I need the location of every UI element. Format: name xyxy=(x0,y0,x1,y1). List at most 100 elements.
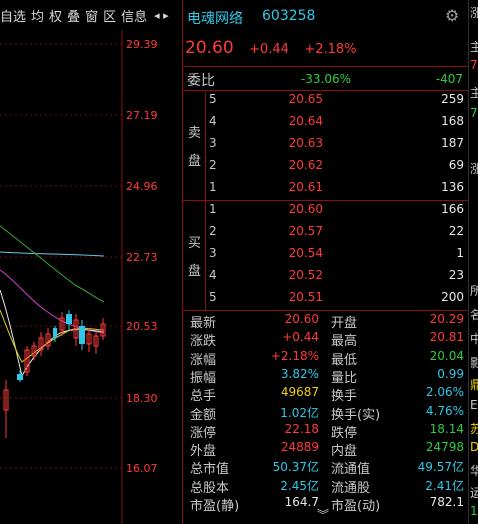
strip-item: 涨 xyxy=(470,160,478,177)
stat-value: 2.06% xyxy=(425,385,464,400)
stat-value: 0.99 xyxy=(437,366,464,381)
quote-summary: 20.60 +0.44 +2.18% xyxy=(185,38,367,58)
kline-chart[interactable]: 29.39 27.19 24.96 22.73 20.53 18.30 16.0… xyxy=(0,30,160,524)
price-level-label: 24.96 xyxy=(126,180,158,193)
stat-value: 24889 xyxy=(280,440,319,455)
order-level: 1 xyxy=(209,180,217,194)
scroll-arrows-icon[interactable]: ◂ ▸ xyxy=(154,9,169,22)
stat-row: 涨幅 +2.18% 最低 20.04 xyxy=(183,348,469,368)
sell-order-row[interactable]: 4 20.64 168 xyxy=(183,114,469,134)
stat-label: 最低 xyxy=(331,352,358,368)
price-level-label: 16.07 xyxy=(126,462,158,475)
order-price: 20.54 xyxy=(288,246,323,260)
stat-label: 最高 xyxy=(331,334,358,350)
stat-label: 金额 xyxy=(190,407,217,423)
quote-panel: 电魂网络 603258 ⚙ 20.60 +0.44 +2.18% 委比 -33.… xyxy=(182,0,469,524)
stat-value: 24798 xyxy=(425,440,464,455)
order-price: 20.60 xyxy=(288,202,323,216)
buy-order-row[interactable]: 3 20.54 1 xyxy=(183,246,469,266)
strip-item: 鼎 xyxy=(470,376,478,393)
stat-label: 振幅 xyxy=(190,370,217,386)
ma-line-green xyxy=(0,225,105,303)
stat-row: 振幅 3.82% 量比 0.99 xyxy=(183,366,469,386)
buy-order-row[interactable]: 1 20.60 166 xyxy=(183,202,469,222)
stat-row: 涨停 22.18 跌停 18.14 xyxy=(183,421,469,441)
buy-order-row[interactable]: 4 20.52 23 xyxy=(183,268,469,288)
stat-row: 总市值 50.37亿 流通值 49.57亿 xyxy=(183,458,469,478)
stat-value: 20.81 xyxy=(429,330,464,345)
stat-value: 3.82% xyxy=(280,366,319,381)
divider xyxy=(183,200,469,201)
order-volume: 187 xyxy=(441,136,464,150)
order-volume: 259 xyxy=(441,92,464,106)
toolbar-item-overlay[interactable]: 叠 xyxy=(67,6,80,25)
order-volume: 168 xyxy=(441,114,464,128)
order-price: 20.62 xyxy=(288,158,323,172)
stat-label: 涨停 xyxy=(190,425,217,441)
price-change: +0.44 xyxy=(249,42,289,57)
toolbar-item-range[interactable]: 区 xyxy=(103,6,116,25)
toolbar-item-watchlist[interactable]: 自选 xyxy=(0,6,26,25)
stat-value: +2.18% xyxy=(270,348,319,363)
strip-item: 主 xyxy=(470,38,478,55)
ma-line-cyan xyxy=(0,251,105,257)
stat-value: 20.04 xyxy=(429,348,464,363)
stat-value: 18.14 xyxy=(429,421,464,436)
stat-value: 22.18 xyxy=(284,421,319,436)
stock-name[interactable]: 电魂网络 xyxy=(187,8,243,28)
stat-row: 外盘 24889 内盘 24798 xyxy=(183,440,469,460)
stat-value: 20.60 xyxy=(284,312,319,326)
stat-label: 量比 xyxy=(331,370,358,386)
stat-label: 开盘 xyxy=(331,316,358,331)
stat-label: 总手 xyxy=(190,389,217,405)
stat-label: 跌停 xyxy=(331,425,358,441)
price-level-label: 20.53 xyxy=(126,320,158,333)
sell-order-row[interactable]: 1 20.61 136 xyxy=(183,180,469,200)
stat-label: 外盘 xyxy=(190,444,217,460)
strip-item: E xyxy=(470,398,478,412)
strip-item: 14 xyxy=(470,504,478,518)
toolbar-item-window[interactable]: 窗 xyxy=(85,6,98,25)
strip-item: 名 xyxy=(470,306,478,323)
divider xyxy=(183,90,469,91)
strip-item: 影 xyxy=(470,354,478,371)
stat-row: 涨跌 +0.44 最高 20.81 xyxy=(183,330,469,350)
stat-label: 流通值 xyxy=(331,462,371,478)
strip-item: D xyxy=(470,440,478,454)
stat-value: 2.45亿 xyxy=(280,478,319,493)
order-level: 2 xyxy=(209,224,217,238)
toolbar-item-ma[interactable]: 均 xyxy=(31,6,44,25)
buy-order-row[interactable]: 5 20.51 200 xyxy=(183,290,469,310)
stat-row: 最新 20.60 开盘 20.29 xyxy=(183,312,469,331)
toolbar-item-info[interactable]: 信息 xyxy=(121,6,147,25)
order-price: 20.65 xyxy=(288,92,323,106)
chevron-down-icon[interactable]: ︾ xyxy=(317,506,329,523)
stat-value: 1.02亿 xyxy=(280,405,319,420)
price-level-label: 29.39 xyxy=(126,38,158,51)
order-price: 20.61 xyxy=(288,180,323,194)
buy-order-row[interactable]: 2 20.57 22 xyxy=(183,224,469,244)
toolbar-item-rights[interactable]: 权 xyxy=(49,6,62,25)
strip-item: 所 xyxy=(470,282,478,299)
gear-icon[interactable]: ⚙ xyxy=(445,6,459,25)
stat-label: 市盈(动) xyxy=(331,499,381,514)
sell-order-row[interactable]: 3 20.63 187 xyxy=(183,136,469,156)
stat-value: 4.76% xyxy=(425,403,464,418)
last-price: 20.60 xyxy=(185,38,234,58)
sell-order-row[interactable]: 2 20.62 69 xyxy=(183,158,469,178)
price-level-label: 22.73 xyxy=(126,251,158,264)
chart-toolbar: 自选 均 权 叠 窗 区 信息 ◂ ▸ xyxy=(0,0,182,30)
order-price: 20.63 xyxy=(288,136,323,150)
ma-line-white xyxy=(0,289,105,378)
stat-label: 换手 xyxy=(331,389,358,405)
stat-label: 市盈(静) xyxy=(190,499,240,514)
stat-value: 782.1 xyxy=(429,495,464,509)
order-volume: 23 xyxy=(448,268,464,282)
stat-label: 流通股 xyxy=(331,480,371,496)
sell-order-row[interactable]: 5 20.65 259 xyxy=(183,92,469,112)
strip-item: 苏 xyxy=(470,420,478,437)
stat-label: 内盘 xyxy=(331,444,358,460)
order-volume: 1 xyxy=(456,246,464,260)
order-volume: 22 xyxy=(448,224,464,238)
stat-value: 20.29 xyxy=(429,312,464,326)
